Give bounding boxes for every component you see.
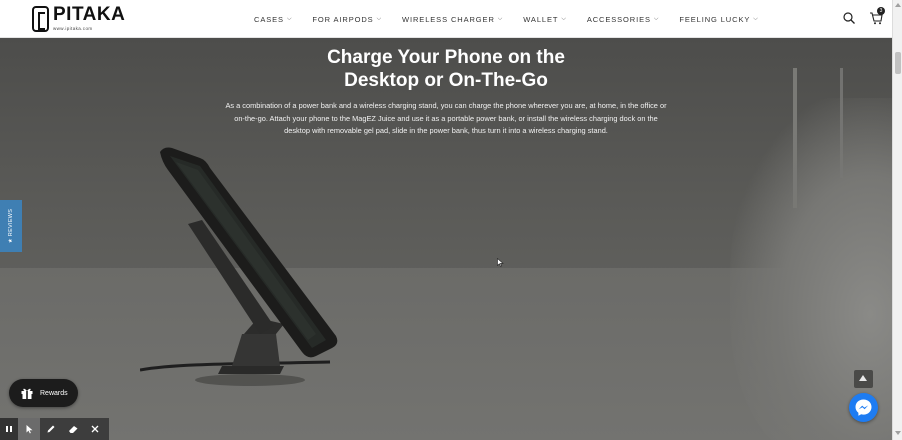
nav-item-cases[interactable]: CASES ⌵ — [254, 15, 292, 24]
page-scrollbar[interactable] — [892, 0, 902, 440]
nav-item-wallet[interactable]: WALLET ⌵ — [523, 15, 567, 24]
back-to-top-button[interactable] — [854, 370, 873, 388]
pointer-tool-button[interactable] — [18, 418, 40, 440]
logo-wordmark: PITAKA — [53, 4, 126, 25]
pointer-icon — [26, 425, 32, 434]
scroll-up-arrow-icon[interactable] — [895, 3, 901, 7]
chevron-down-icon: ⌵ — [753, 15, 759, 22]
reviews-tab-label: ★ REVIEWS — [8, 208, 14, 244]
close-icon — [91, 425, 99, 433]
pitaka-logo[interactable]: PITAKA www.ipitaka.com — [32, 4, 126, 32]
mouse-cursor-icon — [497, 258, 504, 267]
pen-icon — [47, 425, 55, 433]
annotation-toolbar — [0, 418, 109, 440]
nav-item-accessories[interactable]: ACCESSORIES ⌵ — [587, 15, 660, 24]
gift-icon — [21, 388, 33, 399]
hero-description: As a combination of a power bank and a w… — [225, 101, 667, 136]
chevron-down-icon: ⌵ — [561, 15, 567, 22]
nav-item-for-airpods[interactable]: FOR AIRPODS ⌵ — [312, 15, 382, 24]
search-icon[interactable] — [843, 12, 855, 24]
eraser-tool-button[interactable] — [62, 418, 84, 440]
cart-count-badge: 3 — [877, 7, 885, 15]
rewards-button[interactable]: Rewards — [9, 379, 78, 407]
close-tool-button[interactable] — [84, 418, 106, 440]
chevron-down-icon: ⌵ — [376, 15, 383, 22]
pen-tool-button[interactable] — [40, 418, 62, 440]
chevron-down-icon: ⌵ — [286, 15, 293, 22]
eraser-icon — [68, 426, 77, 433]
logo-url: www.ipitaka.com — [53, 26, 93, 31]
phone-charging-stand-image — [140, 147, 338, 386]
pause-icon — [6, 426, 12, 432]
main-nav: CASES ⌵ FOR AIRPODS ⌵ WIRELESS CHARGER ⌵ WA… — [254, 0, 779, 38]
site-header: PITAKA www.ipitaka.com CASES ⌵ FOR AIRPOD… — [0, 0, 892, 38]
pause-button[interactable] — [0, 418, 18, 440]
scroll-down-arrow-icon[interactable] — [895, 431, 901, 435]
messenger-chat-button[interactable] — [849, 393, 878, 422]
chevron-down-icon: ⌵ — [653, 15, 660, 22]
messenger-icon — [855, 399, 872, 416]
logo-mark-icon — [32, 6, 49, 32]
scroll-thumb[interactable] — [895, 52, 901, 74]
chevron-down-icon: ⌵ — [497, 15, 504, 22]
hero-title: Charge Your Phone on the Desktop or On-T… — [327, 47, 565, 91]
nav-item-feeling-lucky[interactable]: FEELING LUCKY ⌵ — [679, 15, 758, 24]
rewards-label: Rewards — [40, 389, 68, 397]
nav-item-wireless-charger[interactable]: WIRELESS CHARGER ⌵ — [402, 15, 503, 24]
fur-blanket — [730, 98, 892, 440]
reviews-side-tab[interactable]: ★ REVIEWS — [0, 200, 22, 252]
hero-banner: Charge Your Phone on the Desktop or On-T… — [0, 38, 892, 440]
